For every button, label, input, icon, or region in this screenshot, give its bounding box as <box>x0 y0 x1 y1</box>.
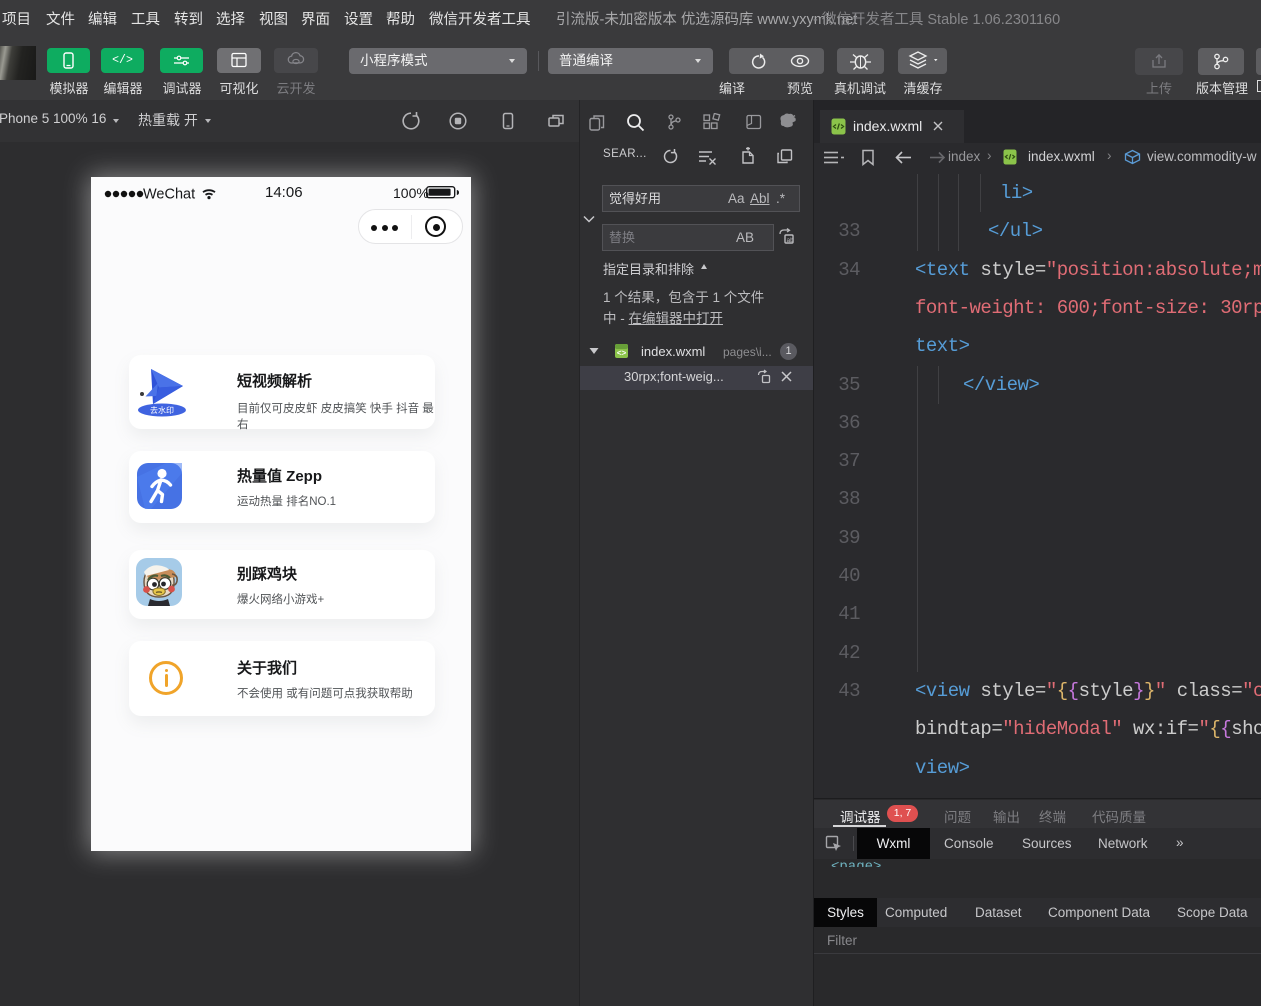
svg-text:去水印: 去水印 <box>150 405 174 415</box>
svg-text:<>: <> <box>617 349 627 358</box>
svg-text:ab: ab <box>787 237 795 244</box>
svg-text:WeChat: WeChat <box>143 187 195 203</box>
